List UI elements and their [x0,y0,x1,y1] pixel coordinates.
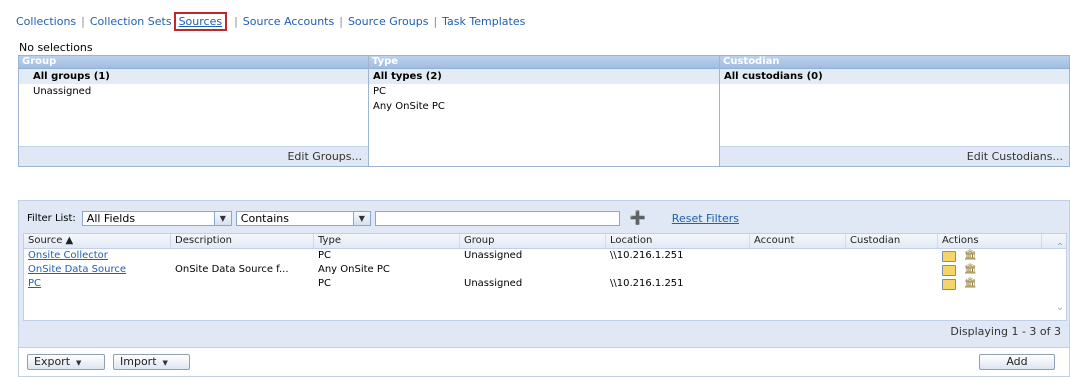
edit-icon[interactable] [942,278,956,290]
filter-label: Filter List: [27,213,76,224]
custodian-item-all[interactable]: All custodians (0) [720,69,1069,84]
column-account[interactable]: Account [750,234,846,248]
import-button[interactable]: Import ▼ [113,354,190,370]
custodian-panel-header: Custodian [720,56,1069,69]
cell-actions: 🏛 [938,263,1042,277]
cell-description [171,249,314,263]
chevron-down-icon[interactable]: ▼ [213,212,231,225]
edit-icon[interactable] [942,250,956,262]
table-row[interactable]: Onsite Collector PC Unassigned \\10.216.… [24,249,1066,263]
scroll-up-icon[interactable]: ⌃ [1054,242,1066,254]
cell-custodian [846,277,938,291]
column-source[interactable]: Source ▲ [24,234,171,248]
cell-actions: 🏛 [938,249,1042,263]
cell-actions: 🏛 [938,277,1042,291]
trash-icon[interactable]: 🏛 [964,277,977,291]
nav-task-templates[interactable]: Task Templates [442,15,525,28]
source-link[interactable]: PC [28,278,41,289]
cell-description: OnSite Data Source f... [175,264,289,275]
caret-down-icon: ▼ [76,359,82,367]
cell-type: Any OnSite PC [318,264,390,275]
cell-account [750,249,846,263]
group-item-unassigned[interactable]: Unassigned [19,84,368,99]
cell-group [460,263,606,277]
nav-separator: | [234,14,238,28]
edit-groups-button[interactable]: Edit Groups... [19,146,368,166]
column-description[interactable]: Description [171,234,314,248]
filter-field-select[interactable]: All Fields ▼ [81,211,232,226]
type-item-any-onsite-pc[interactable]: Any OnSite PC [369,99,719,114]
nav-separator: | [433,14,438,28]
cell-type: PC [318,278,332,289]
column-location[interactable]: Location [606,234,750,248]
export-button[interactable]: Export ▼ [27,354,105,370]
scroll-down-icon[interactable]: ⌄ [1054,302,1066,314]
column-actions: Actions [938,234,1042,248]
export-label: Export [34,355,71,368]
nav-source-accounts[interactable]: Source Accounts [243,15,334,28]
table-header: Source ▲ Description Type Group Location… [24,234,1066,249]
table-scrollbar[interactable]: ⌃ ⌄ [1054,234,1066,320]
table-row[interactable]: PC PC Unassigned \\10.216.1.251 🏛 [24,277,1066,291]
type-item-all[interactable]: All types (2) [369,69,719,84]
filter-field-value: All Fields [86,212,136,225]
type-panel: Type All types (2) PC Any OnSite PC [369,56,720,166]
column-group[interactable]: Group [460,234,606,248]
type-panel-header: Type [369,56,719,69]
filter-text-input[interactable] [374,211,620,226]
reset-filters-link[interactable]: Reset Filters [672,212,739,225]
cell-group: Unassigned [464,250,523,261]
custodian-panel: Custodian All custodians (0) Edit Custod… [720,56,1069,166]
display-status: Displaying 1 - 3 of 3 [950,325,1061,338]
trash-icon[interactable]: 🏛 [964,263,977,277]
caret-down-icon: ▼ [162,359,168,367]
chevron-down-icon[interactable]: ▼ [352,212,370,225]
cell-location: \\10.216.1.251 [610,278,684,289]
nav-separator: | [339,14,343,28]
cell-location [606,263,750,277]
top-nav: Collections | Collection Sets Sources | … [16,11,525,31]
cell-custodian [846,263,938,277]
nav-separator: | [81,14,85,28]
nav-collections[interactable]: Collections [16,15,76,28]
column-type[interactable]: Type [314,234,460,248]
add-button[interactable]: Add [979,354,1055,370]
cell-custodian [846,249,938,263]
group-panel: Group All groups (1) Unassigned Edit Gro… [19,56,369,166]
import-label: Import [120,355,157,368]
type-item-pc[interactable]: PC [369,84,719,99]
trash-icon[interactable]: 🏛 [964,249,977,263]
edit-icon[interactable] [942,264,956,276]
selector-panels: Group All groups (1) Unassigned Edit Gro… [18,55,1070,167]
sources-grid: Filter List: All Fields ▼ Contains ▼ ➕ R… [18,200,1070,377]
nav-sources[interactable]: Sources [173,11,228,31]
filter-operator-value: Contains [240,212,289,225]
cell-account [750,263,846,277]
table-row[interactable]: OnSite Data Source OnSite Data Source f.… [24,263,1066,277]
group-item-all[interactable]: All groups (1) [19,69,368,84]
cell-location: \\10.216.1.251 [610,250,684,261]
filter-operator-select[interactable]: Contains ▼ [235,211,371,226]
cell-description [171,277,314,291]
add-filter-icon[interactable]: ➕ [630,211,646,226]
sources-table: Source ▲ Description Type Group Location… [23,233,1067,321]
filter-bar: Filter List: All Fields ▼ Contains ▼ ➕ R… [27,210,739,227]
cell-account [750,277,846,291]
column-custodian[interactable]: Custodian [846,234,938,248]
selection-status: No selections [19,41,93,54]
edit-custodians-button[interactable]: Edit Custodians... [720,146,1069,166]
group-panel-header: Group [19,56,368,69]
cell-group: Unassigned [464,278,523,289]
source-link[interactable]: OnSite Data Source [28,264,126,275]
cell-type: PC [318,250,332,261]
grid-footer: Export ▼ Import ▼ Add [19,347,1069,376]
source-link[interactable]: Onsite Collector [28,250,108,261]
nav-collection-sets[interactable]: Collection Sets [90,15,172,28]
nav-source-groups[interactable]: Source Groups [348,15,429,28]
